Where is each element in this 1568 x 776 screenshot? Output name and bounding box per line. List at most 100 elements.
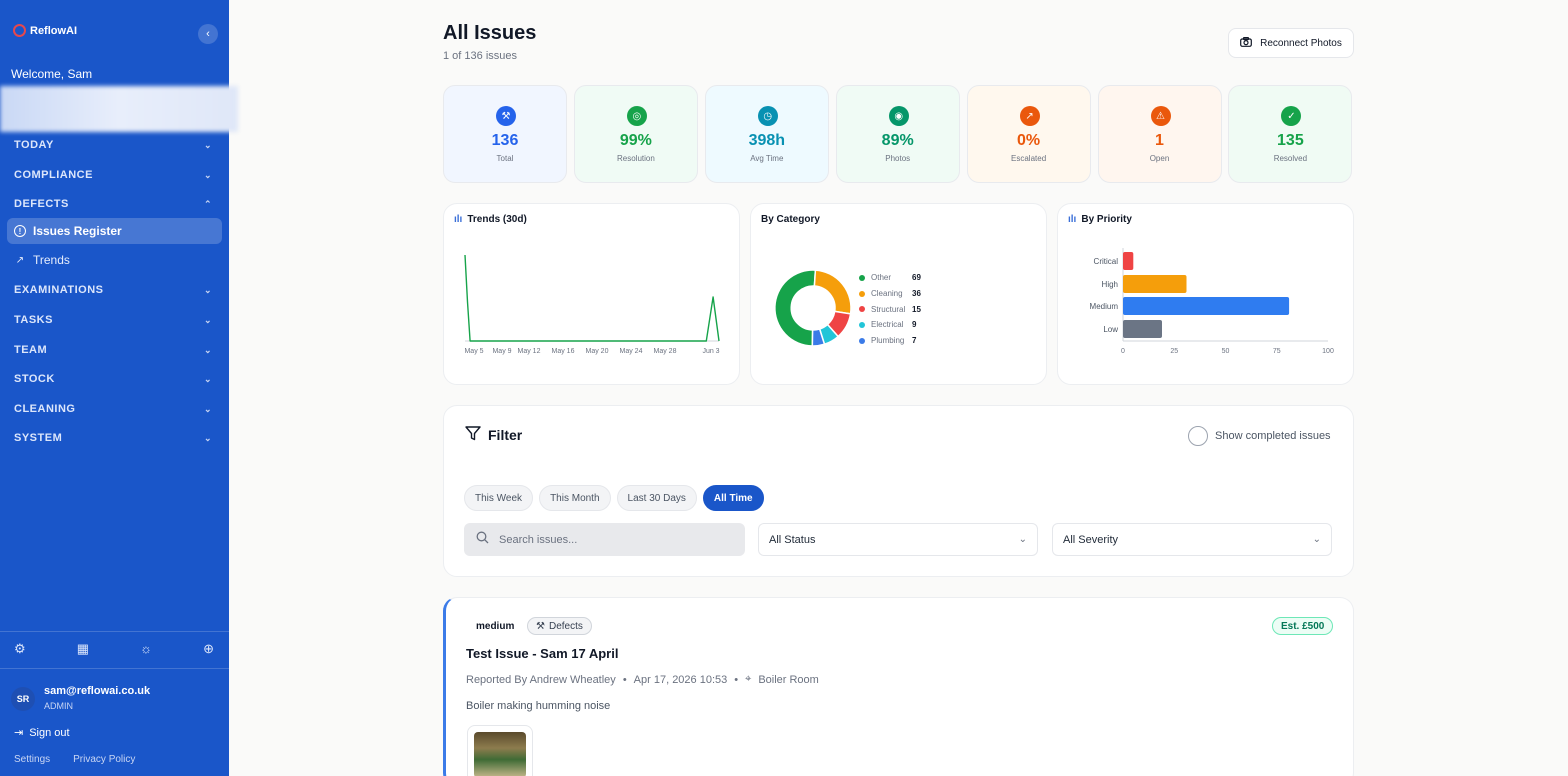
nav-section-label: CLEANING	[14, 403, 76, 415]
status-select[interactable]: All Status ⌄	[758, 523, 1038, 556]
chevron-down-icon: ⌄	[203, 314, 212, 325]
issue-meta: Reported By Andrew Wheatley • Apr 17, 20…	[466, 673, 819, 686]
search-input[interactable]	[499, 533, 719, 546]
filter-panel: Filter Show completed issues This Week T…	[443, 405, 1354, 577]
chevron-down-icon: ⌄	[1018, 534, 1027, 545]
map-pin-icon: ⌖	[745, 673, 752, 685]
nav-section-tasks[interactable]: TASKS ⌄	[14, 314, 212, 326]
stat-label: Resolution	[616, 154, 655, 163]
pill-this-week[interactable]: This Week	[464, 485, 534, 511]
logout-icon: ⇥	[14, 727, 24, 739]
issue-description: Boiler making humming noise	[466, 700, 611, 712]
stat-value: 135	[1277, 132, 1304, 149]
severity-select-value: All Severity	[1063, 533, 1119, 546]
nav-section-label: STOCK	[14, 373, 55, 385]
globe-icon[interactable]: ⊕	[203, 641, 214, 657]
sidebar: ReflowAI ‹ Welcome, Sam TODAY ⌄ COMPLIANC…	[0, 0, 238, 776]
reconnect-photos-button[interactable]: Reconnect Photos	[1228, 28, 1354, 58]
stat-card-resolution: ◎ 99% Resolution	[573, 85, 698, 183]
separator-dot: •	[622, 673, 627, 686]
search-box	[464, 523, 745, 556]
show-completed-toggle[interactable]: Show completed issues	[1188, 426, 1331, 446]
y-tick-label: Critical	[1094, 257, 1119, 266]
sidebar-item-issues-register[interactable]: ! Issues Register	[7, 218, 222, 244]
legend-dot	[859, 306, 865, 313]
nav-section-examinations[interactable]: EXAMINATIONS ⌄	[14, 284, 212, 296]
trending-up-icon: ↗	[15, 254, 25, 266]
sun-icon[interactable]: ☼	[140, 641, 152, 657]
nav-section-compliance[interactable]: COMPLIANCE ⌄	[14, 169, 212, 181]
legend-dot	[859, 337, 865, 344]
issue-location: Boiler Room	[758, 673, 819, 686]
stat-label: Open	[1149, 154, 1170, 163]
chevron-down-icon: ⌄	[1312, 534, 1321, 545]
filter-icon	[465, 426, 481, 444]
photo-thumbnail	[474, 732, 526, 776]
blurred-region	[0, 86, 238, 132]
sidebar-divider	[0, 668, 229, 669]
trends-chart-card: ılı Trends (30d) May 5 May 9 May 12 May 16 Ma…	[443, 203, 740, 385]
privacy-policy-link[interactable]: Privacy Policy	[73, 754, 135, 765]
stat-card-photos: ◉ 89% Photos	[835, 85, 960, 183]
bar-high	[1123, 275, 1187, 293]
sidebar-divider	[0, 631, 229, 632]
filter-title-text: Filter	[488, 427, 523, 443]
stat-label: Photos	[885, 154, 911, 163]
category-donut-chart	[774, 269, 852, 347]
legend-item: Cleaning 36	[859, 286, 921, 302]
pill-all-time[interactable]: All Time	[702, 485, 764, 511]
page-title: All Issues	[443, 22, 537, 44]
sidebar-tools: ⚙ ▦ ☼ ⊕	[14, 641, 214, 657]
sidebar-item-trends[interactable]: ↗ Trends	[7, 247, 222, 273]
nav-section-today[interactable]: TODAY ⌄	[14, 139, 212, 151]
nav-section-stock[interactable]: STOCK ⌄	[14, 373, 212, 385]
y-tick-label: High	[1102, 280, 1118, 289]
settings-link[interactable]: Settings	[14, 754, 50, 765]
reported-by: Reported By Andrew Wheatley	[466, 673, 616, 686]
x-tick-label: May 9	[492, 348, 511, 355]
x-tick-label: Jun 3	[702, 348, 719, 355]
estimate-badge: Est. £500	[1272, 617, 1334, 635]
calendar-icon[interactable]: ▦	[77, 641, 89, 657]
collapse-sidebar-button[interactable]: ‹	[198, 24, 218, 44]
nav-section-label: EXAMINATIONS	[14, 284, 104, 296]
timer-icon: ◷	[757, 106, 778, 126]
nav-section-cleaning[interactable]: CLEANING ⌄	[14, 403, 212, 415]
user-email: sam@reflowai.co.uk	[44, 685, 151, 697]
stat-value: 99%	[619, 132, 652, 149]
avatar[interactable]: SR	[11, 687, 35, 711]
wrench-icon: ⚒	[496, 106, 516, 126]
legend-label: Cleaning	[871, 289, 903, 299]
category-legend: Other 69 Cleaning 36 Structural 15 Electrical 9…	[859, 270, 921, 348]
nav-section-team[interactable]: TEAM ⌄	[14, 344, 212, 356]
stat-label: Avg Time	[750, 154, 784, 163]
sign-out-button[interactable]: ⇥ Sign out	[14, 726, 70, 740]
chevron-down-icon: ⌄	[203, 169, 212, 180]
app-logo[interactable]: ReflowAI	[13, 24, 77, 37]
alert-circle-icon: !	[14, 225, 26, 237]
pill-last-30-days[interactable]: Last 30 Days	[616, 485, 697, 511]
filter-heading: Filter	[465, 426, 522, 444]
stat-label: Resolved	[1273, 154, 1308, 163]
toggle-circle-icon	[1188, 426, 1208, 446]
nav-section-system[interactable]: SYSTEM ⌄	[14, 432, 212, 444]
bar-low	[1123, 320, 1162, 338]
stat-value: 136	[491, 132, 519, 149]
issue-date: Apr 17, 2026 10:53	[633, 673, 728, 686]
nav-section-defects[interactable]: DEFECTS ⌃	[14, 198, 212, 210]
arrow-up-right-icon: ↗	[1019, 106, 1040, 126]
user-role: ADMIN	[44, 701, 73, 711]
check-circle-icon: ✓	[1281, 106, 1302, 126]
issue-card[interactable]: medium ⚒ Defects Est. £500 Test Issue - S…	[443, 597, 1354, 776]
pill-this-month[interactable]: This Month	[539, 485, 611, 511]
issue-title[interactable]: Test Issue - Sam 17 April	[466, 646, 618, 661]
issue-photo[interactable]	[467, 725, 533, 776]
legend-value: 7	[912, 336, 917, 346]
settings-icon[interactable]: ⚙	[14, 641, 26, 657]
time-range-pills: This Week This Month Last 30 Days All Ti…	[464, 485, 764, 511]
trends-line-chart: May 5 May 9 May 12 May 16 May 20 May 24 May 28…	[464, 254, 720, 355]
search-icon	[476, 531, 489, 549]
category-chart-title: By Category	[761, 214, 820, 225]
camera-icon	[1240, 36, 1253, 50]
severity-select[interactable]: All Severity ⌄	[1052, 523, 1332, 556]
